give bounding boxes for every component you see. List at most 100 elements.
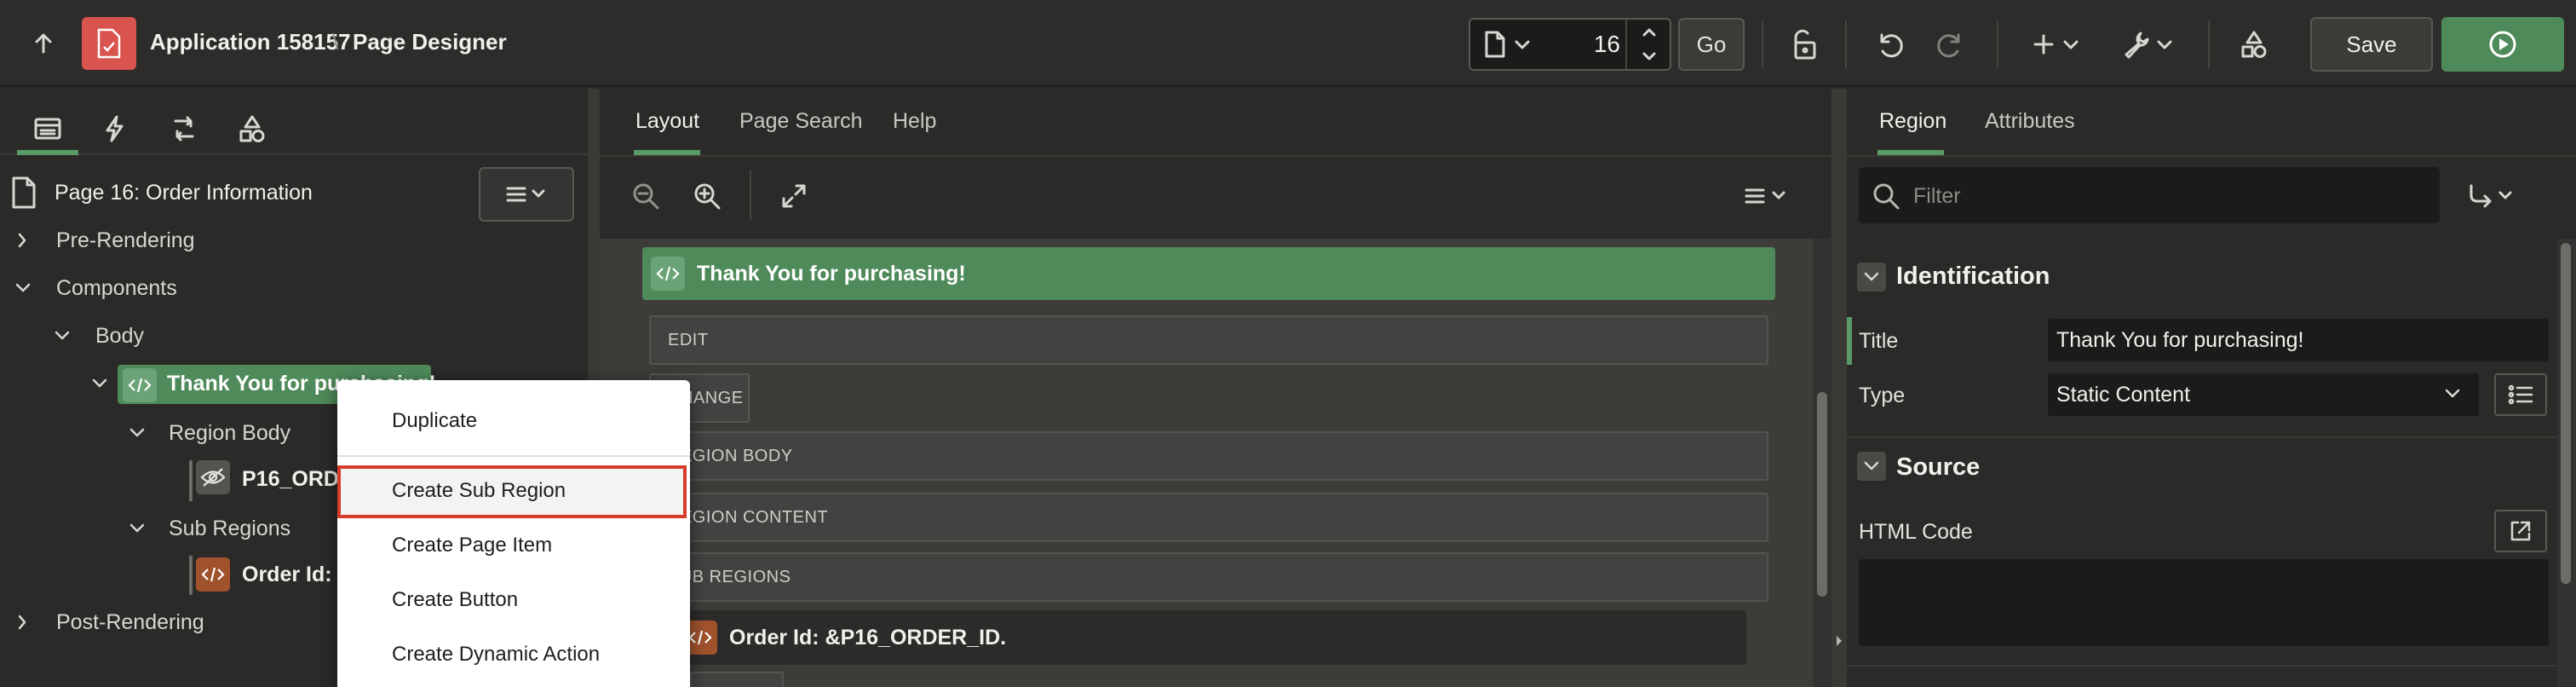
drop-zone-region-body[interactable]: REGION BODY [649,431,1768,481]
chevron-down-icon[interactable] [53,327,72,344]
page-title: Page Designer [353,29,507,55]
scrollbar-thumb[interactable] [1817,392,1827,597]
chevron-down-icon[interactable] [128,520,147,537]
section-divider [1847,436,2557,438]
chevron-down-icon[interactable] [2060,34,2082,55]
menu-item-create-sub-region[interactable]: Create Sub Region [392,479,566,503]
tree-node-region-body[interactable]: Region Body [169,421,290,446]
page-number-input[interactable]: 16 [1550,31,1620,58]
section-source[interactable]: Source [1896,453,1980,482]
collapse-arrow-icon[interactable] [1835,634,1843,648]
run-button[interactable] [2441,17,2564,72]
drop-zone-sub-regions[interactable]: SUB REGIONS [649,552,1768,602]
title-label: Title [1859,329,1899,353]
redo-icon[interactable] [1932,26,1969,63]
active-tab-indicator [17,150,78,155]
layout-sub-region-title: Order Id: &P16_ORDER_ID. [729,626,1007,649]
tree-node-components[interactable]: Components [56,276,177,301]
rendering-icon [34,118,61,140]
menu-item-create-dynamic-action[interactable]: Create Dynamic Action [392,643,600,667]
plus-icon[interactable] [2026,27,2061,61]
application-title[interactable]: Application 158157 [150,29,351,55]
code-icon [196,557,230,592]
tab-rendering[interactable] [15,102,80,155]
chevron-down-icon[interactable] [1857,263,1886,292]
expand-icon[interactable] [775,177,813,215]
chevron-down-icon[interactable] [1511,34,1533,55]
undo-icon[interactable] [1871,26,1908,63]
filter-placeholder: Filter [1913,184,1961,208]
layout-menu-button[interactable] [1738,181,1796,211]
open-code-editor-button[interactable] [2494,510,2547,552]
tree-node-post-rendering[interactable]: Post-Rendering [56,610,204,635]
menu-item-create-button[interactable]: Create Button [392,588,518,612]
tree-connector [189,460,193,501]
save-button[interactable]: Save [2310,17,2433,72]
chevron-down-icon[interactable] [1857,452,1886,481]
increment-icon[interactable] [1634,22,1665,43]
tab-layout[interactable]: Layout [635,109,699,134]
right-splitter[interactable] [1831,89,1847,687]
page-node-label[interactable]: Page 16: Order Information [55,181,313,205]
tab-page-shared-components[interactable] [220,102,285,155]
tab-processing[interactable] [152,102,216,155]
tab-dynamic-actions[interactable] [82,102,147,155]
tree-node-body[interactable]: Body [95,324,144,349]
toolbar-divider [750,170,751,220]
type-select[interactable]: Static Content [2048,373,2479,416]
html-code-textarea[interactable] [1859,559,2549,646]
tabs-divider [1847,155,2576,157]
page-icon[interactable] [1481,29,1509,60]
hidden-item-icon [196,460,230,494]
html-code-label: HTML Code [1859,520,1973,544]
chevron-down-icon[interactable] [14,280,32,297]
go-button[interactable]: Go [1678,18,1745,71]
menu-icon [506,187,545,202]
shared-components-icon[interactable] [2235,26,2273,63]
tree-menu-button[interactable] [479,167,574,222]
spinner-divider [1625,20,1627,69]
decrement-icon[interactable] [1634,46,1665,66]
breadcrumb-separator: \ [332,29,339,55]
chevron-down-icon[interactable] [2443,387,2462,401]
chevron-right-icon[interactable] [15,612,29,632]
menu-item-duplicate[interactable]: Duplicate [392,409,477,433]
drop-zone-region-content[interactable]: REGION CONTENT [649,493,1768,542]
toolbar-divider [2208,20,2210,68]
tree-node-sub-regions[interactable]: Sub Regions [169,517,290,541]
up-arrow-icon[interactable] [26,26,61,61]
chevron-right-icon[interactable] [15,230,29,251]
menu-item-create-page-item[interactable]: Create Page Item [392,534,552,557]
scrollbar-thumb[interactable] [2561,243,2571,584]
layout-region-title: Thank You for purchasing! [697,262,966,286]
toolbar-divider [1845,20,1847,68]
menu-separator [337,455,690,457]
drop-zone-partial[interactable] [690,672,784,687]
section-identification[interactable]: Identification [1896,263,2050,291]
list-icon [2508,384,2533,405]
tab-attributes[interactable]: Attributes [1985,109,2075,134]
play-icon [2489,31,2516,58]
wrench-icon[interactable] [2118,26,2155,63]
zoom-in-icon[interactable] [688,177,726,215]
go-to-group-button[interactable] [2435,177,2545,215]
tree-node-pre-rendering[interactable]: Pre-Rendering [56,228,195,253]
shapes-icon [239,115,265,142]
page-icon [10,176,41,211]
chevron-down-icon[interactable] [128,424,147,442]
title-field[interactable]: Thank You for purchasing! [2048,319,2549,361]
application-logo[interactable] [82,17,136,70]
tab-region[interactable]: Region [1879,109,1946,134]
unlock-icon[interactable] [1785,26,1823,63]
lightning-icon [106,115,124,142]
processing-icon [174,116,194,141]
return-arrow-icon [2470,184,2512,208]
drop-zone-edit[interactable]: EDIT [649,315,1768,365]
chevron-down-icon[interactable] [90,375,109,392]
tab-page-search[interactable]: Page Search [739,109,863,134]
chevron-down-icon[interactable] [2153,34,2176,55]
zoom-out-icon[interactable] [627,177,664,215]
list-of-values-button[interactable] [2494,373,2547,416]
tab-help[interactable]: Help [893,109,936,134]
code-icon [123,368,157,402]
